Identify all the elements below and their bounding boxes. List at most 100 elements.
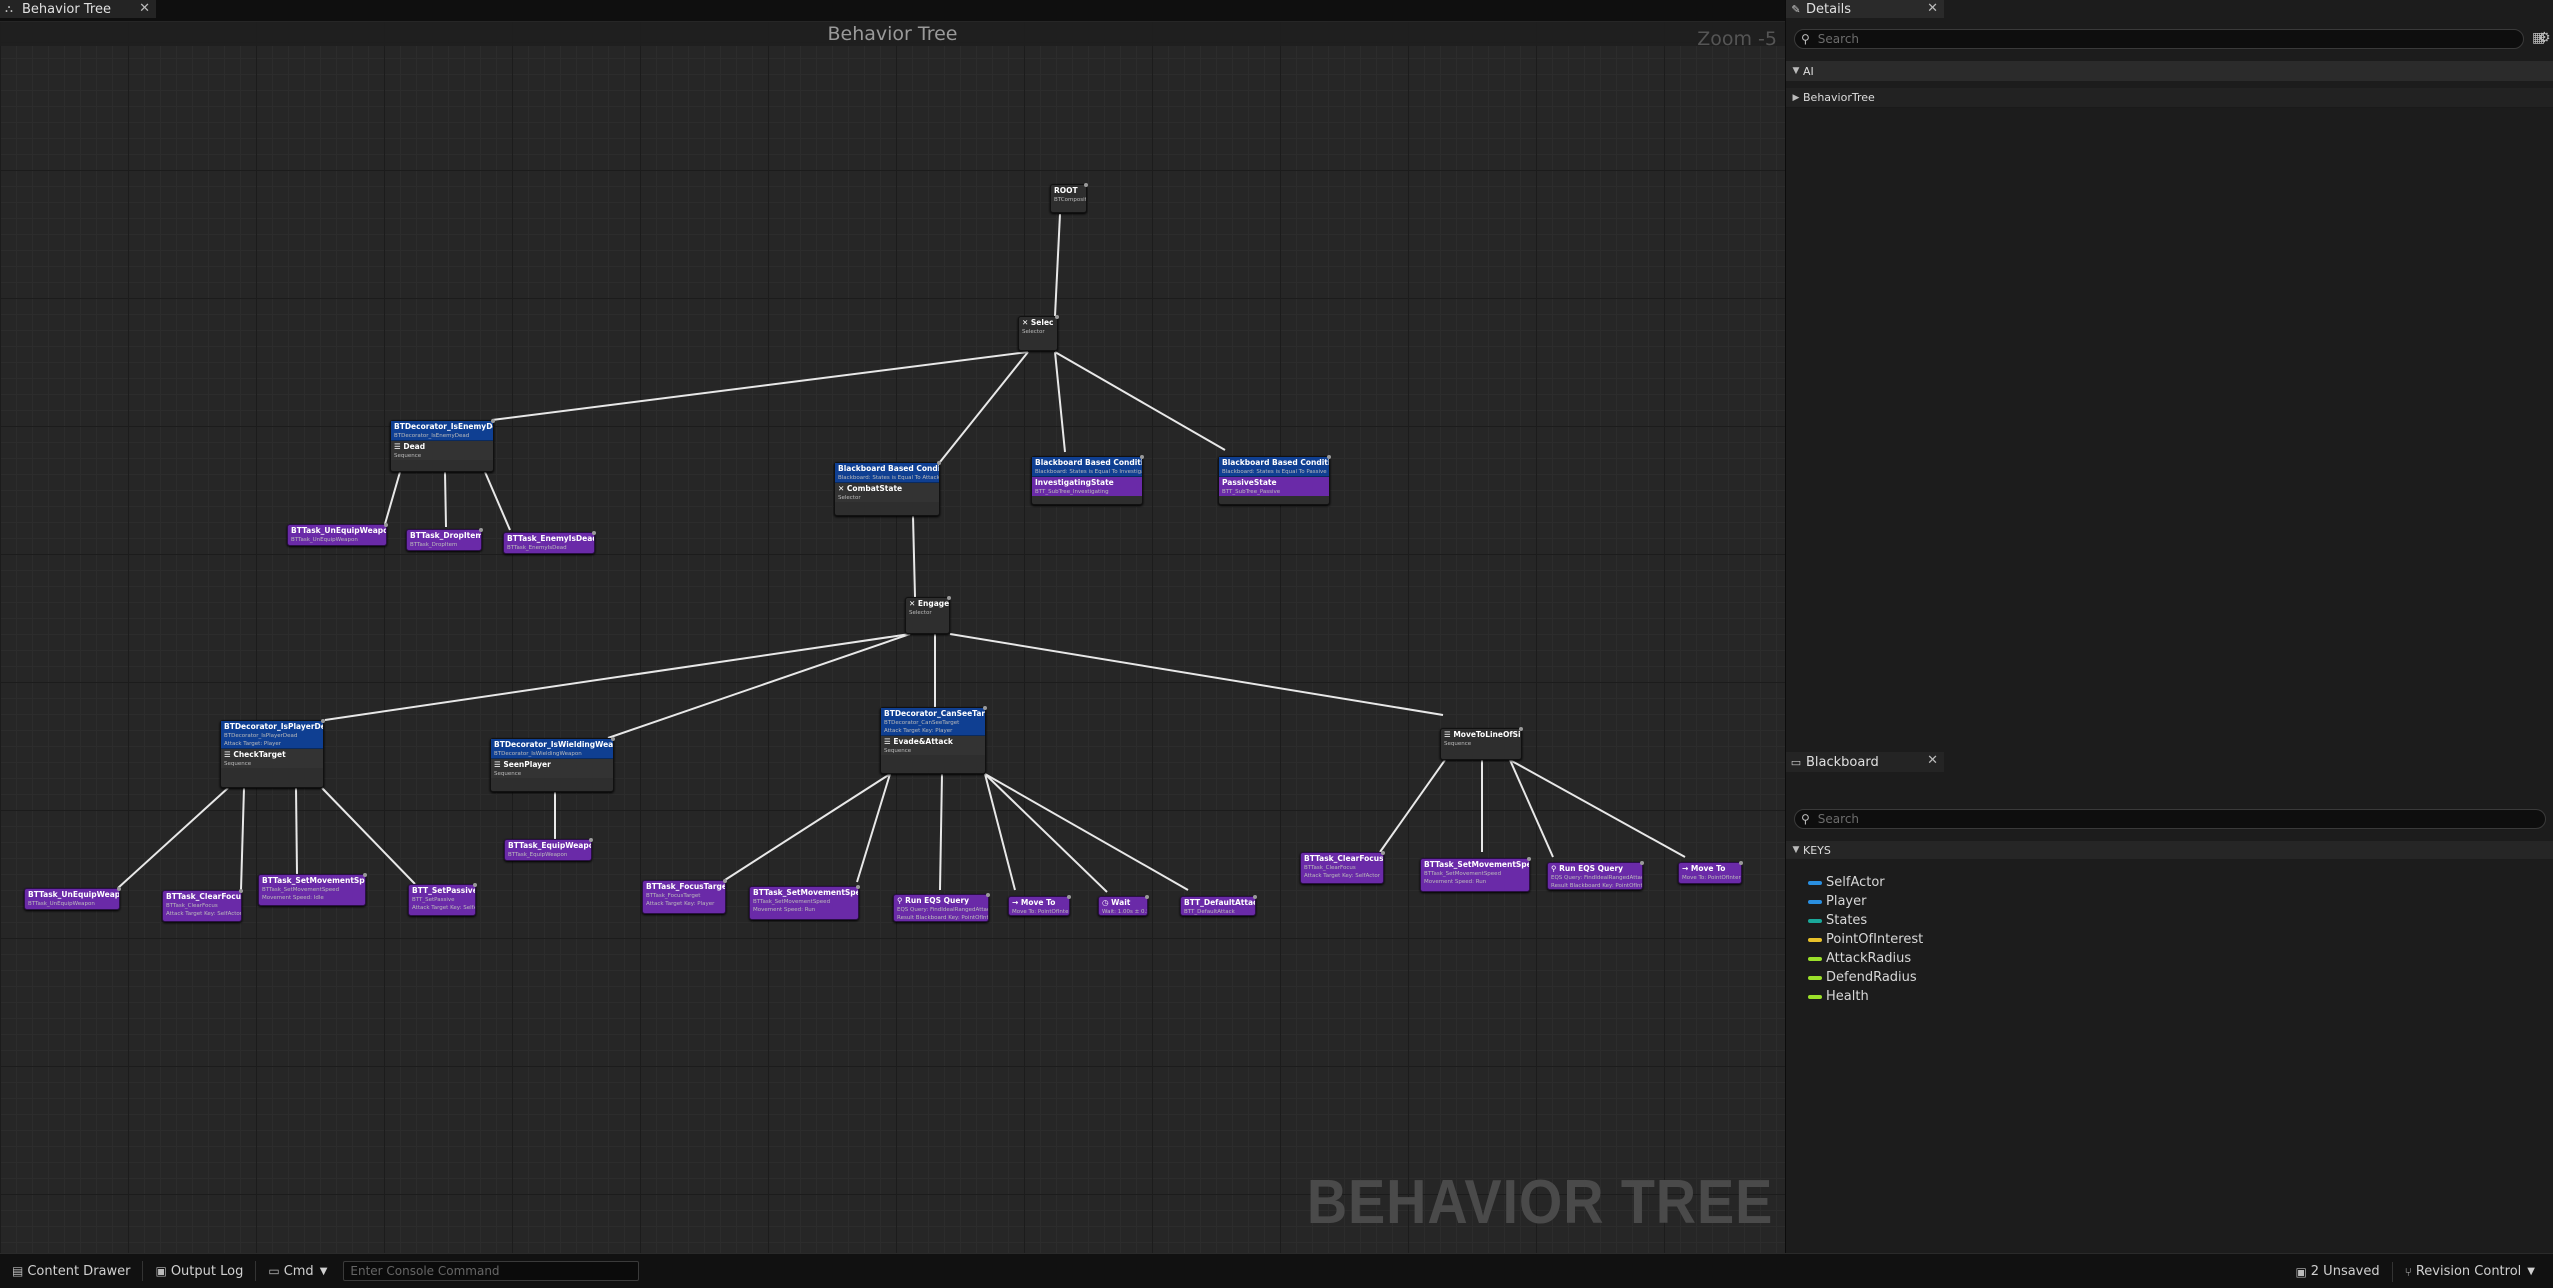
divider bbox=[2391, 1261, 2393, 1282]
task-move-to-1[interactable]: → Move To Move To: PointOfInterest bbox=[1008, 895, 1071, 916]
node-subtitle: Selector bbox=[1022, 329, 1045, 335]
behavior-tree-graph[interactable]: Behavior Tree Zoom -5 ROOT BTComposi ✕ S… bbox=[0, 22, 1785, 1253]
wire-dead-drop bbox=[444, 471, 447, 528]
node-title: BTTask_ClearFocus bbox=[1304, 854, 1383, 863]
cmd-dropdown[interactable]: ▭ Cmd ▼ bbox=[264, 1259, 331, 1283]
tab-details[interactable]: ✎ Details ✕ bbox=[1786, 0, 1944, 18]
blackboard-key[interactable]: AttackRadius bbox=[1808, 951, 1911, 966]
blackboard-icon: ▭ bbox=[1790, 755, 1802, 769]
task-set-movement-speed-3[interactable]: BTTask_SetMovementSpeed BTTask_SetMoveme… bbox=[1420, 857, 1531, 892]
passive-state-node[interactable]: Blackboard Based Condition Blackboard: S… bbox=[1218, 455, 1331, 505]
node-title: BTT_DefaultAttack bbox=[1184, 898, 1255, 907]
task-clear-focus-2[interactable]: BTTask_ClearFocus BTTask_ClearFocus Atta… bbox=[1300, 851, 1385, 884]
chevron-right-icon: ▶ bbox=[1792, 92, 1800, 103]
task-set-passive[interactable]: BTT_SetPassive BTT_SetPassive Attack Tar… bbox=[408, 883, 477, 916]
node-subtitle: BTT_SetPassive bbox=[412, 897, 455, 903]
details-panel: ✎ Details ✕ ⚲ Search ▦ ⚙ ▼ AI ▶ Behavior… bbox=[1785, 0, 2553, 752]
decorator-subtitle: BTDecorator_IsWieldingWeapon bbox=[494, 751, 582, 757]
content-drawer-icon: ▤ bbox=[12, 1264, 24, 1278]
output-log-button[interactable]: ▣ Output Log bbox=[151, 1259, 247, 1283]
task-run-eqs-query-2[interactable]: ⚲ Run EQS Query EQS Query: FindIdealRang… bbox=[1547, 861, 1644, 890]
tab-label: Details bbox=[1806, 1, 1852, 17]
check-target-node[interactable]: BTDecorator_IsPlayerDead BTDecorator_IsP… bbox=[220, 719, 325, 788]
node-title: ◷ Wait bbox=[1102, 898, 1131, 907]
blackboard-key[interactable]: DefendRadius bbox=[1808, 970, 1917, 985]
task-unequip-weapon-1[interactable]: BTTask_UnEquipWeapon BTTask_UnEquipWeapo… bbox=[287, 523, 388, 546]
button-label: Content Drawer bbox=[27, 1263, 131, 1279]
button-label: Cmd bbox=[283, 1263, 314, 1279]
evade-attack-node[interactable]: BTDecorator_CanSeeTarget BTDecorator_Can… bbox=[880, 706, 987, 774]
wire-mt-1 bbox=[1379, 759, 1446, 853]
button-label: Output Log bbox=[170, 1263, 244, 1279]
node-subtitle: Selector bbox=[838, 495, 861, 501]
key-type-swatch bbox=[1808, 975, 1822, 980]
pencil-icon: ✎ bbox=[1791, 2, 1801, 16]
node-title: ☰ SeenPlayer bbox=[494, 760, 551, 769]
tab-behavior-tree[interactable]: ⛬ Behavior Tree ✕ bbox=[0, 0, 156, 18]
task-drop-item[interactable]: BTTask_DropItem BTTask_DropItem bbox=[406, 528, 483, 551]
decorator-subtitle: Blackboard: States is Equal To Attacking bbox=[838, 475, 939, 481]
task-equip-weapon[interactable]: BTTask_EquipWeapon BTTask_EquipWeapon bbox=[504, 838, 593, 861]
task-focus-target[interactable]: BTTask_FocusTarget BTTask_FocusTarget At… bbox=[642, 879, 727, 914]
close-icon[interactable]: ✕ bbox=[1927, 1, 1938, 16]
wire-mt-3 bbox=[1509, 759, 1554, 858]
property-label: BehaviorTree bbox=[1803, 91, 1875, 104]
node-title: → Move To bbox=[1012, 898, 1056, 907]
blackboard-key[interactable]: Player bbox=[1808, 894, 1866, 909]
task-move-to-2[interactable]: → Move To Move To: PointOfInterest bbox=[1678, 861, 1743, 884]
dead-sequence-node[interactable]: BTDecorator_IsEnemyDead BTDecorator_IsEn… bbox=[390, 419, 495, 472]
blackboard-search-input[interactable]: ⚲ Search bbox=[1794, 809, 2546, 829]
task-unequip-weapon-2[interactable]: BTTask_UnEquipWeapon BTTask_UnEquipWeapo… bbox=[24, 887, 121, 910]
combat-state-node[interactable]: Blackboard Based Condition Blackboard: S… bbox=[834, 461, 941, 516]
investigating-state-node[interactable]: Blackboard Based Condition Blackboard: S… bbox=[1031, 455, 1144, 505]
selector-node[interactable]: ✕ Selec Selector bbox=[1018, 315, 1059, 351]
node-subtitle: Sequence bbox=[224, 761, 252, 767]
close-icon[interactable]: ✕ bbox=[1927, 753, 1938, 768]
root-node[interactable]: ROOT BTCompositeNode bbox=[1050, 183, 1088, 213]
blackboard-key[interactable]: Health bbox=[1808, 989, 1869, 1004]
key-type-swatch bbox=[1808, 899, 1822, 904]
key-name: States bbox=[1826, 913, 1868, 928]
node-subtitle: BTT_SubTree_Passive bbox=[1222, 489, 1281, 495]
property-behavior-tree[interactable]: ▶ BehaviorTree bbox=[1786, 88, 2553, 108]
category-label: AI bbox=[1803, 64, 1814, 78]
editor-tab-bar: ⛬ Behavior Tree ✕ bbox=[0, 0, 1785, 22]
graph-watermark: BEHAVIOR TREE bbox=[1306, 1168, 1773, 1237]
task-wait[interactable]: ◷ Wait Wait: 1.00s ± 0.50s bbox=[1098, 895, 1149, 916]
gear-icon[interactable]: ⚙ bbox=[2538, 30, 2551, 46]
tab-blackboard[interactable]: ▭ Blackboard ✕ bbox=[1786, 752, 1944, 772]
revision-control-button[interactable]: ⑂ Revision Control ▼ bbox=[2401, 1260, 2539, 1284]
node-subtitle: Sequence bbox=[884, 748, 912, 754]
key-type-swatch bbox=[1808, 880, 1822, 885]
node-subtitle: BTTask_UnEquipWeapon bbox=[291, 537, 358, 543]
close-icon[interactable]: ✕ bbox=[139, 1, 150, 16]
blackboard-key[interactable]: SelfActor bbox=[1808, 875, 1885, 890]
task-set-movement-speed-1[interactable]: BTTask_SetMovementSpeed BTTask_SetMoveme… bbox=[258, 873, 367, 906]
blackboard-key[interactable]: States bbox=[1808, 913, 1867, 928]
unsaved-button[interactable]: ▣ 2 Unsaved bbox=[2291, 1260, 2383, 1284]
task-enemy-is-dead[interactable]: BTTask_EnemyIsDead BTTask_EnemyIsDead bbox=[503, 531, 596, 554]
content-drawer-button[interactable]: ▤ Content Drawer bbox=[8, 1259, 134, 1283]
node-title: ☰ Evade&Attack bbox=[884, 737, 953, 746]
seen-player-node[interactable]: BTDecorator_IsWieldingWeapon BTDecorator… bbox=[490, 737, 615, 792]
blackboard-key[interactable]: PointOfInterest bbox=[1808, 932, 1923, 947]
node-title: PassiveState bbox=[1222, 478, 1277, 487]
node-title: BTTask_EquipWeapon bbox=[508, 841, 591, 850]
category-ai[interactable]: ▼ AI bbox=[1786, 61, 2553, 81]
task-default-attack[interactable]: BTT_DefaultAttack BTT_DefaultAttack bbox=[1180, 895, 1257, 916]
divider bbox=[255, 1261, 257, 1281]
node-subtitle: BTTask_SetMovementSpeed bbox=[262, 887, 340, 893]
task-clear-focus-1[interactable]: BTTask_ClearFocus BTTask_ClearFocus Atta… bbox=[162, 889, 243, 922]
wire-root-selector bbox=[1054, 213, 1061, 317]
console-command-input[interactable]: Enter Console Command bbox=[343, 1261, 640, 1281]
decorator-subtitle: BTDecorator_IsPlayerDead bbox=[224, 733, 298, 739]
engaged-node[interactable]: ✕ Engaged Selector bbox=[905, 596, 951, 634]
keys-header[interactable]: ▼ KEYS bbox=[1786, 841, 2553, 859]
node-title: ✕ Engaged bbox=[909, 599, 949, 608]
key-name: Player bbox=[1826, 894, 1867, 909]
details-search-input[interactable]: ⚲ Search bbox=[1794, 29, 2524, 49]
task-set-movement-speed-2[interactable]: BTTask_SetMovementSpeed BTTask_SetMoveme… bbox=[749, 885, 860, 920]
task-run-eqs-query-1[interactable]: ⚲ Run EQS Query EQS Query: FindIdealRang… bbox=[893, 893, 990, 922]
move-to-line-of-sight-node[interactable]: ☰ MoveToLineOfSight Sequence bbox=[1440, 727, 1523, 760]
node-subtitle: BTCompositeNode bbox=[1054, 197, 1086, 203]
